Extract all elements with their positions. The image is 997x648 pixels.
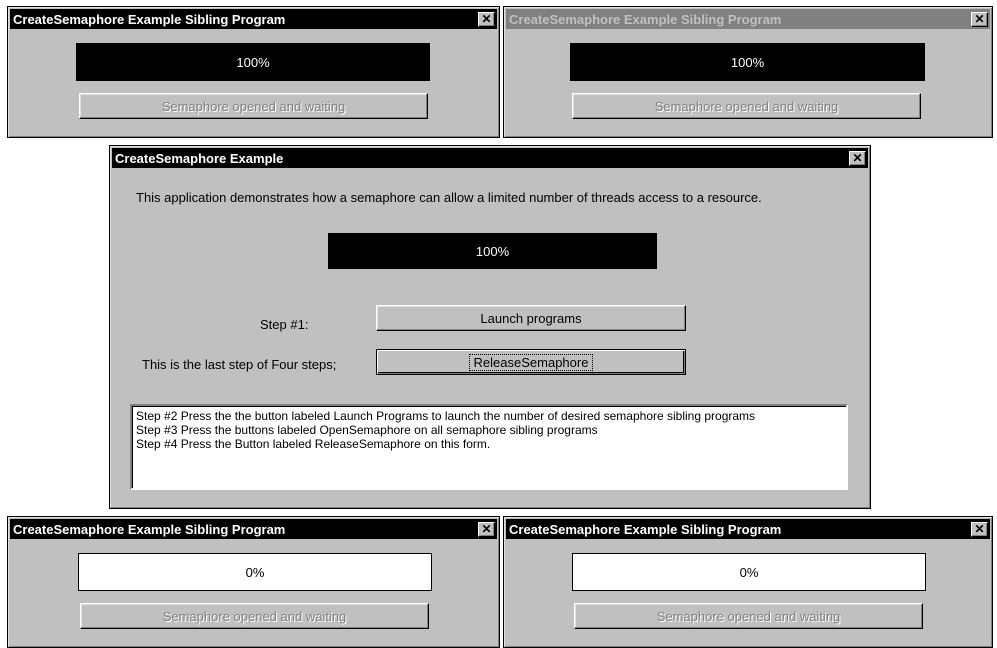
window-title: CreateSemaphore Example Sibling Program bbox=[13, 11, 286, 27]
title-bar[interactable]: CreateSemaphore Example Sibling Program … bbox=[506, 9, 990, 29]
title-bar[interactable]: CreateSemaphore Example Sibling Program … bbox=[10, 9, 497, 29]
button-label: Semaphore opened and waiting bbox=[656, 608, 841, 624]
title-bar[interactable]: CreateSemaphore Example ✕ bbox=[112, 148, 868, 168]
close-icon[interactable]: ✕ bbox=[478, 521, 495, 537]
button-label: Semaphore opened and waiting bbox=[161, 98, 346, 114]
sibling-window-top-left: CreateSemaphore Example Sibling Program … bbox=[7, 6, 500, 138]
progress-bar: 100% bbox=[570, 43, 925, 81]
semaphore-status-button: Semaphore opened and waiting bbox=[574, 603, 923, 629]
semaphore-status-button: Semaphore opened and waiting bbox=[79, 93, 428, 119]
window-title: CreateSemaphore Example Sibling Program bbox=[509, 521, 782, 537]
button-label: Launch programs bbox=[480, 310, 582, 326]
progress-text: 0% bbox=[245, 564, 265, 580]
launch-programs-button[interactable]: Launch programs bbox=[376, 305, 686, 331]
main-window: CreateSemaphore Example ✕ This applicati… bbox=[109, 145, 871, 509]
progress-bar: 0% bbox=[78, 553, 432, 591]
sibling-window-top-right: CreateSemaphore Example Sibling Program … bbox=[503, 6, 993, 138]
semaphore-status-button: Semaphore opened and waiting bbox=[572, 93, 921, 119]
button-label: Semaphore opened and waiting bbox=[654, 98, 839, 114]
close-icon[interactable]: ✕ bbox=[971, 521, 988, 537]
window-title: CreateSemaphore Example Sibling Program bbox=[13, 521, 286, 537]
sibling-window-bottom-left: CreateSemaphore Example Sibling Program … bbox=[7, 516, 500, 648]
close-icon[interactable]: ✕ bbox=[971, 11, 988, 27]
progress-text: 100% bbox=[475, 243, 510, 259]
window-title: CreateSemaphore Example Sibling Program bbox=[509, 11, 782, 27]
progress-bar: 100% bbox=[328, 233, 657, 269]
instruction-line: Step #2 Press the the button labeled Lau… bbox=[136, 409, 756, 423]
progress-bar: 0% bbox=[572, 553, 926, 591]
progress-bar: 100% bbox=[76, 43, 430, 81]
description-text: This application demonstrates how a sema… bbox=[136, 190, 762, 205]
progress-text: 100% bbox=[730, 54, 765, 70]
button-label: Semaphore opened and waiting bbox=[162, 608, 347, 624]
semaphore-status-button: Semaphore opened and waiting bbox=[80, 603, 429, 629]
progress-text: 100% bbox=[236, 54, 270, 70]
window-title: CreateSemaphore Example bbox=[115, 150, 284, 166]
title-bar[interactable]: CreateSemaphore Example Sibling Program … bbox=[10, 519, 497, 539]
progress-text: 0% bbox=[739, 564, 759, 580]
instructions-memo[interactable]: Step #2 Press the the button labeled Lau… bbox=[130, 404, 848, 490]
close-icon[interactable]: ✕ bbox=[849, 150, 866, 166]
step1-label: Step #1: bbox=[260, 317, 309, 332]
sibling-window-bottom-right: CreateSemaphore Example Sibling Program … bbox=[503, 516, 993, 648]
button-label: ReleaseSemaphore bbox=[468, 353, 594, 371]
close-icon[interactable]: ✕ bbox=[478, 11, 495, 27]
instruction-line: Step #4 Press the Button labeled Release… bbox=[136, 437, 491, 451]
title-bar[interactable]: CreateSemaphore Example Sibling Program … bbox=[506, 519, 990, 539]
instruction-line: Step #3 Press the buttons labeled OpenSe… bbox=[136, 423, 598, 437]
last-step-label: This is the last step of Four steps; bbox=[142, 357, 337, 372]
release-semaphore-button[interactable]: ReleaseSemaphore bbox=[376, 349, 686, 375]
